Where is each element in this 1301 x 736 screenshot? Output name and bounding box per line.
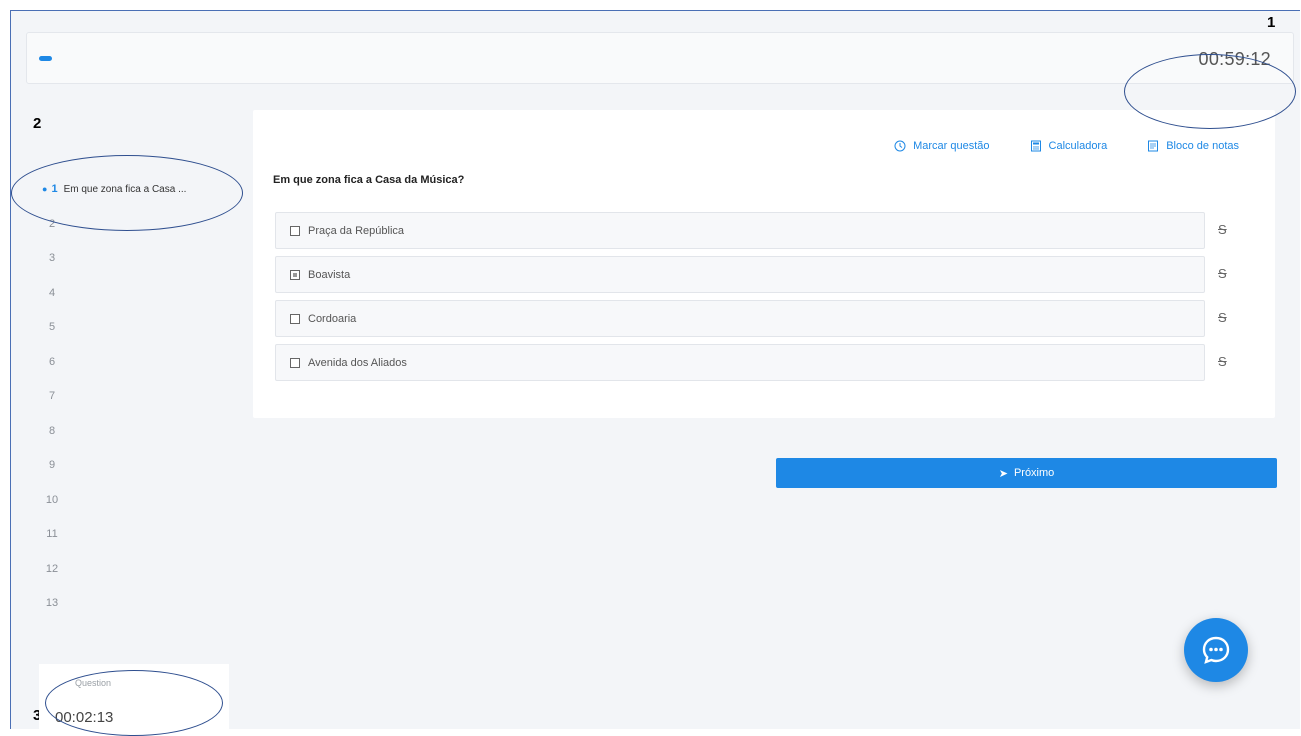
strikethrough-button[interactable]: S: [1218, 354, 1227, 369]
question-list-item-11[interactable]: 11: [40, 517, 240, 552]
answer-option-4[interactable]: Avenida dos Aliados: [275, 344, 1205, 381]
question-list-item-6[interactable]: 6: [40, 345, 240, 380]
question-list-item-9[interactable]: 9: [40, 448, 240, 483]
calculator-icon: [1030, 140, 1041, 152]
progress-track: [39, 56, 1119, 61]
question-number: 12: [45, 562, 59, 575]
question-list-item-2[interactable]: 2: [40, 207, 240, 242]
answer-option-3[interactable]: Cordoaria: [275, 300, 1205, 337]
question-list: ● 1 Em que zona fica a Casa ... 2 3 4 5 …: [40, 172, 240, 621]
question-list-item-4[interactable]: 4: [40, 276, 240, 311]
question-list-item-3[interactable]: 3: [40, 241, 240, 276]
question-number: 4: [48, 286, 56, 299]
clock-icon: [894, 140, 906, 152]
answer-option-row: Cordoaria S: [275, 300, 1260, 344]
question-timer-label: Question: [75, 678, 112, 688]
calculator-label: Calculadora: [1048, 140, 1108, 152]
question-number: 7: [48, 390, 56, 403]
question-list-item-1[interactable]: ● 1 Em que zona fica a Casa ...: [40, 172, 240, 207]
answer-option-row: Praça da República S: [275, 212, 1260, 256]
answer-option-row: Avenida dos Aliados S: [275, 344, 1260, 388]
question-number: 6: [48, 355, 56, 368]
question-list-item-13[interactable]: 13: [40, 586, 240, 621]
notepad-label: Bloco de notas: [1166, 140, 1239, 152]
answer-option-label: Boavista: [308, 268, 351, 281]
notepad-icon: [1148, 140, 1159, 152]
question-text: Em que zona fica a Casa da Música?: [273, 174, 465, 186]
question-tools: Marcar questão Calculadora Bloco de nota…: [894, 140, 1239, 152]
question-list-item-8[interactable]: 8: [40, 414, 240, 449]
mark-question-label: Marcar questão: [913, 140, 990, 152]
question-number: 9: [48, 459, 56, 472]
answer-option-label: Praça da República: [308, 224, 405, 237]
annotation-number-2: 2: [33, 115, 42, 132]
question-number: 3: [48, 252, 56, 265]
exam-timer: 00:59:12: [1198, 49, 1271, 69]
question-number: 11: [46, 528, 58, 541]
question-list-item-7[interactable]: 7: [40, 379, 240, 414]
progress-header: 00:59:12: [26, 32, 1294, 84]
checkbox-icon: [290, 269, 300, 280]
answer-option-1[interactable]: Praça da República: [275, 212, 1205, 249]
question-number: 1: [51, 183, 58, 196]
strikethrough-button[interactable]: S: [1218, 310, 1227, 325]
question-timer-card: Question 00:02:13: [39, 664, 229, 729]
active-dot-icon: ●: [42, 184, 48, 195]
question-number: 2: [48, 217, 56, 230]
next-button[interactable]: ➤ Próximo: [776, 458, 1277, 488]
strikethrough-button[interactable]: S: [1218, 222, 1227, 237]
progress-bar-fill: [39, 56, 52, 61]
annotation-number-1: 1: [1267, 14, 1276, 31]
question-number: 5: [48, 321, 56, 334]
checkbox-icon: [290, 357, 300, 368]
question-number: 10: [45, 493, 59, 506]
chat-bubble-icon: [1202, 636, 1230, 664]
question-title: Em que zona fica a Casa ...: [63, 183, 187, 195]
checkbox-icon: [290, 225, 300, 236]
question-list-item-10[interactable]: 10: [40, 483, 240, 518]
mark-question-button[interactable]: Marcar questão: [894, 140, 990, 152]
question-card: Marcar questão Calculadora Bloco de nota…: [253, 110, 1275, 418]
answer-options: Praça da República S Boavista S Cordoari…: [275, 212, 1260, 388]
question-number: 8: [48, 424, 56, 437]
calculator-button[interactable]: Calculadora: [1030, 140, 1108, 152]
notepad-button[interactable]: Bloco de notas: [1147, 140, 1239, 152]
answer-option-label: Cordoaria: [308, 312, 357, 325]
checkbox-icon: [290, 313, 300, 324]
answer-option-2[interactable]: Boavista: [275, 256, 1205, 293]
question-timer-value: 00:02:13: [55, 709, 114, 726]
question-list-item-12[interactable]: 12: [40, 552, 240, 587]
question-number: 13: [45, 597, 59, 610]
arrow-icon: ➤: [998, 467, 1008, 480]
chat-button[interactable]: [1184, 618, 1248, 682]
next-button-label: Próximo: [1013, 467, 1055, 479]
answer-option-row: Boavista S: [275, 256, 1260, 300]
strikethrough-button[interactable]: S: [1218, 266, 1227, 281]
answer-option-label: Avenida dos Aliados: [308, 356, 407, 369]
question-list-item-5[interactable]: 5: [40, 310, 240, 345]
